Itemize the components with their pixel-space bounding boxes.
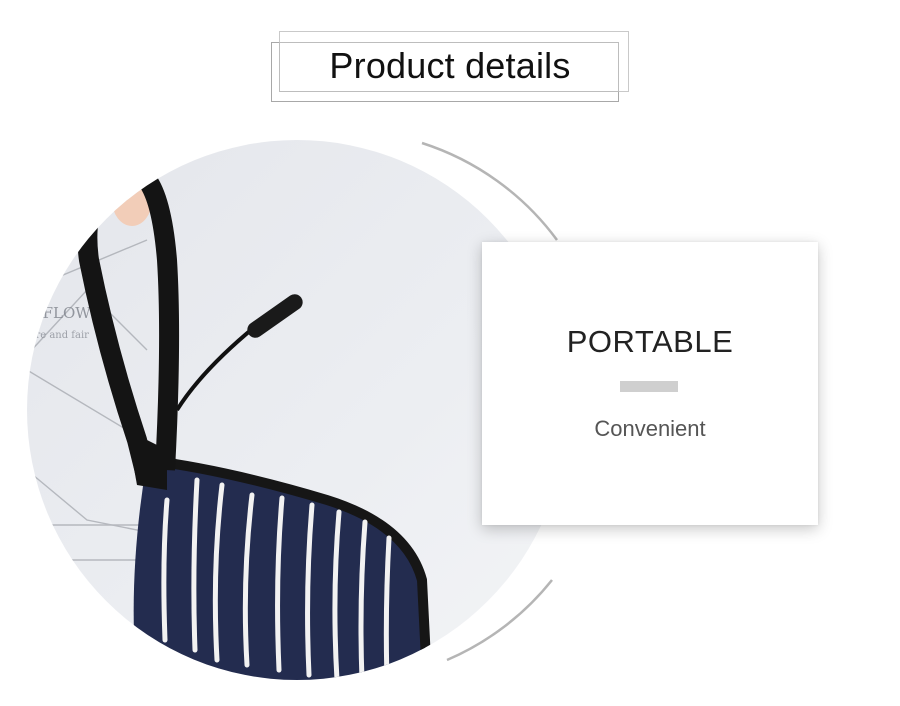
page-title: Product details	[329, 45, 571, 86]
feature-heading: PORTABLE	[566, 324, 734, 359]
section-title-box: Product details	[271, 31, 631, 105]
background-print-subtext: ure and fair	[29, 330, 89, 341]
feature-subheading: Convenient	[594, 416, 706, 441]
feature-divider	[620, 381, 678, 392]
feature-card: PORTABLE Convenient	[482, 242, 818, 525]
